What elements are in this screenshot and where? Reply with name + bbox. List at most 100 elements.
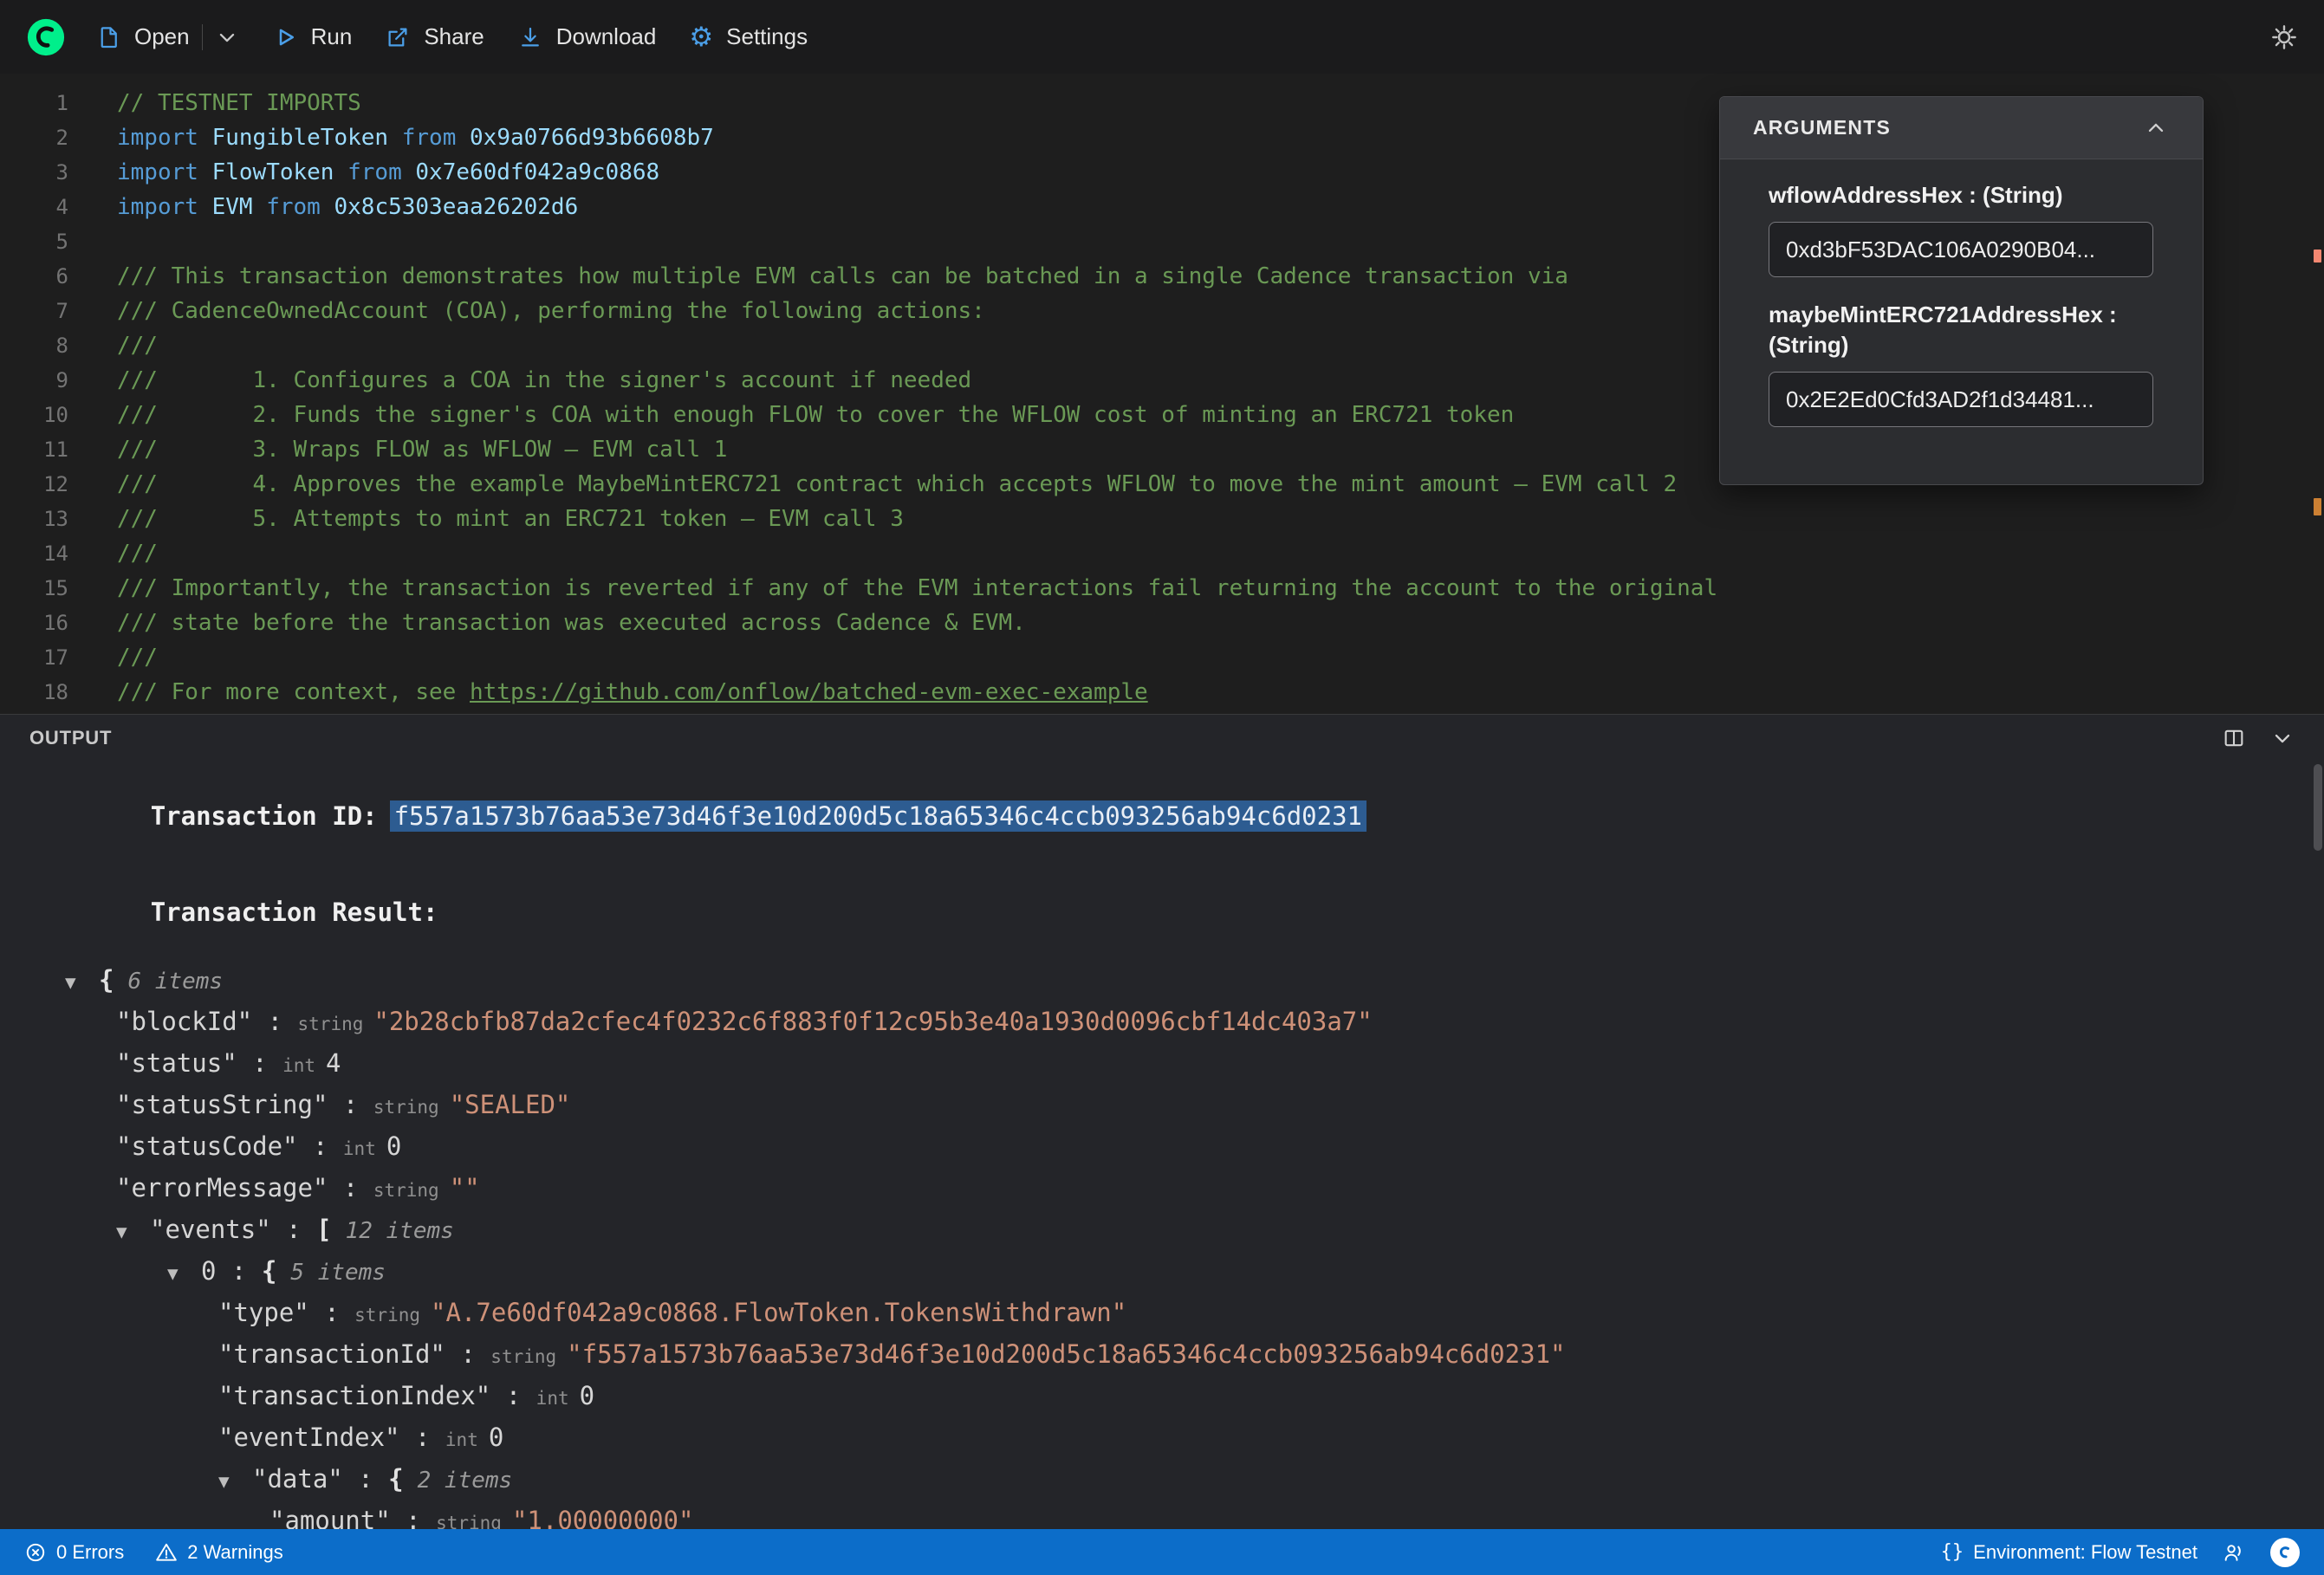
json-token-str: "f557a1573b76aa53e73d46f3e10d200d5c18a65… — [567, 1339, 1566, 1369]
expander-icon[interactable]: ▼ — [218, 1462, 252, 1501]
open-button[interactable]: Open — [92, 16, 193, 57]
json-token-colon: : — [270, 1215, 317, 1244]
line-number: 2 — [55, 126, 68, 150]
code-token: /// — [117, 541, 158, 567]
run-button[interactable]: Run — [269, 16, 356, 57]
expander-icon[interactable]: ▼ — [167, 1254, 201, 1293]
line-number: 6 — [55, 264, 68, 288]
json-token-str: "SEALED" — [449, 1090, 571, 1119]
split-panel-icon — [2224, 729, 2243, 747]
warnings-indicator[interactable]: 2 Warnings — [155, 1541, 283, 1564]
json-token-key: "errorMessage" — [116, 1173, 328, 1202]
theme-toggle-button[interactable] — [2270, 23, 2298, 51]
json-row: "statusString" : string "SEALED" — [29, 1086, 2324, 1127]
code-text: /// state before the transaction was exe… — [68, 606, 1026, 640]
json-token-typ: string — [354, 1305, 421, 1325]
json-token-key: "statusCode" — [116, 1131, 298, 1161]
arguments-title: ARGUMENTS — [1753, 116, 1892, 139]
code-line[interactable]: 18/// For more context, see https://gith… — [0, 675, 2324, 710]
code-text: /// CadenceOwnedAccount (COA), performin… — [68, 294, 985, 328]
sun-icon — [2272, 24, 2296, 49]
code-token: /// 5. Attempts to mint an ERC721 token … — [117, 506, 904, 532]
code-token: 0x9a0766d93b6608b7 — [456, 125, 714, 151]
code-line[interactable]: 17 /// — [0, 640, 2324, 675]
json-token-colon: : — [216, 1256, 262, 1286]
line-number: 5 — [55, 230, 68, 254]
open-dropdown-button[interactable] — [211, 18, 243, 56]
open-file-icon — [101, 26, 117, 48]
chevron-down-icon — [219, 33, 234, 42]
code-token: /// 1. Configures a COA in the signer's … — [117, 367, 972, 393]
errors-indicator[interactable]: 0 Errors — [24, 1541, 124, 1564]
code-token: /// state before the transaction was exe… — [117, 610, 1026, 636]
json-row: "type" : string "A.7e60df042a9c0868.FlowT… — [29, 1293, 2324, 1335]
flow-logo[interactable] — [26, 17, 66, 57]
json-token-key: "amount" — [269, 1506, 391, 1529]
split-panel-button[interactable] — [2222, 726, 2246, 750]
code-line[interactable]: 16 /// state before the transaction was e… — [0, 606, 2324, 640]
json-token-typ: int — [342, 1138, 376, 1159]
json-token-typ: int — [536, 1388, 569, 1409]
environment-indicator[interactable]: {} Environment: Flow Testnet — [1941, 1541, 2197, 1564]
settings-label: Settings — [726, 23, 808, 49]
code-text: /// 1. Configures a COA in the signer's … — [68, 363, 971, 398]
code-line[interactable]: 15 /// Importantly, the transaction is re… — [0, 571, 2324, 606]
output-scrollbar-thumb[interactable] — [2314, 764, 2322, 851]
line-number: 4 — [55, 195, 68, 219]
code-line[interactable]: 13 /// 5. Attempts to mint an ERC721 toke… — [0, 502, 2324, 536]
json-token-count: 6 items — [127, 969, 224, 995]
argument-label-maybemint: maybeMintERC721AddressHex : (String) — [1769, 301, 2117, 358]
json-token-key: "events" — [150, 1215, 271, 1244]
download-button[interactable]: Download — [514, 16, 660, 57]
feedback-icon[interactable] — [2222, 1540, 2246, 1565]
code-token: FlowToken — [198, 159, 348, 185]
json-token-str: "1.00000000" — [511, 1506, 694, 1529]
json-row: "errorMessage" : string "" — [29, 1169, 2324, 1210]
json-token-key: "type" — [218, 1298, 309, 1327]
output-body: Transaction ID: f557a1573b76aa53e73d46f3e… — [0, 762, 2324, 1529]
arguments-header[interactable]: ARGUMENTS — [1720, 97, 2203, 159]
json-row: "amount" : string "1.00000000" — [29, 1501, 2324, 1529]
code-text: /// — [68, 328, 158, 363]
expander-icon[interactable]: ▼ — [65, 963, 99, 1002]
share-button[interactable]: Share — [381, 16, 487, 57]
json-row: "transactionIndex" : int 0 — [29, 1377, 2324, 1418]
json-token-colon: : — [445, 1339, 491, 1369]
json-token-str: "A.7e60df042a9c0868.FlowToken.TokensWith… — [431, 1298, 1127, 1327]
argument-field: maybeMintERC721AddressHex : (String) — [1769, 300, 2154, 427]
open-label: Open — [134, 23, 190, 49]
argument-input-maybemint[interactable] — [1769, 372, 2153, 427]
json-token-typ: string — [373, 1097, 439, 1118]
code-link[interactable]: https://github.com/onflow/batched-evm-ex… — [470, 679, 1148, 705]
json-token-num: 0 — [488, 1423, 504, 1452]
json-row: "transactionId" : string "f557a1573b76aa5… — [29, 1335, 2324, 1377]
code-token: 0x7e60df042a9c0868 — [401, 159, 660, 185]
json-token-colon: : — [328, 1173, 373, 1202]
flow-logo-badge[interactable] — [2270, 1537, 2300, 1567]
overview-ruler-mark — [2314, 250, 2321, 262]
code-token: /// For more context, see — [117, 679, 470, 705]
argument-input-wflow[interactable] — [1769, 222, 2153, 277]
line-number: 3 — [55, 160, 68, 185]
json-row: "status" : int 4 — [29, 1044, 2324, 1086]
code-token: /// — [117, 333, 158, 359]
code-editor[interactable]: 1// TESTNET IMPORTS 2 import FungibleToken… — [0, 74, 2324, 714]
collapse-output-button[interactable] — [2270, 726, 2295, 750]
json-row: ▼{6 items — [29, 961, 2324, 1002]
transaction-result-label: Transaction Result: — [150, 898, 438, 927]
error-icon — [26, 1543, 45, 1561]
code-token: import — [117, 159, 198, 185]
code-token: from — [347, 159, 402, 185]
json-token-str: "2b28cbfb87da2cfec4f0232c6f883f0f12c95b3… — [373, 1007, 1373, 1036]
argument-label-wflow: wflowAddressHex : (String) — [1769, 182, 2063, 208]
code-text: /// 3. Wraps FLOW as WFLOW — EVM call 1 — [68, 432, 727, 467]
expander-icon[interactable]: ▼ — [116, 1213, 150, 1252]
json-token-colon: : — [308, 1298, 355, 1327]
code-line[interactable]: 14 /// — [0, 536, 2324, 571]
settings-gear-icon: ⚙ — [689, 22, 714, 52]
json-token-count: 5 items — [290, 1260, 386, 1286]
json-token-colon: : — [237, 1048, 283, 1078]
line-number: 8 — [55, 334, 68, 358]
code-text: /// 2. Funds the signer's COA with enoug… — [68, 398, 1514, 432]
settings-button[interactable]: ⚙ Settings — [685, 16, 811, 57]
